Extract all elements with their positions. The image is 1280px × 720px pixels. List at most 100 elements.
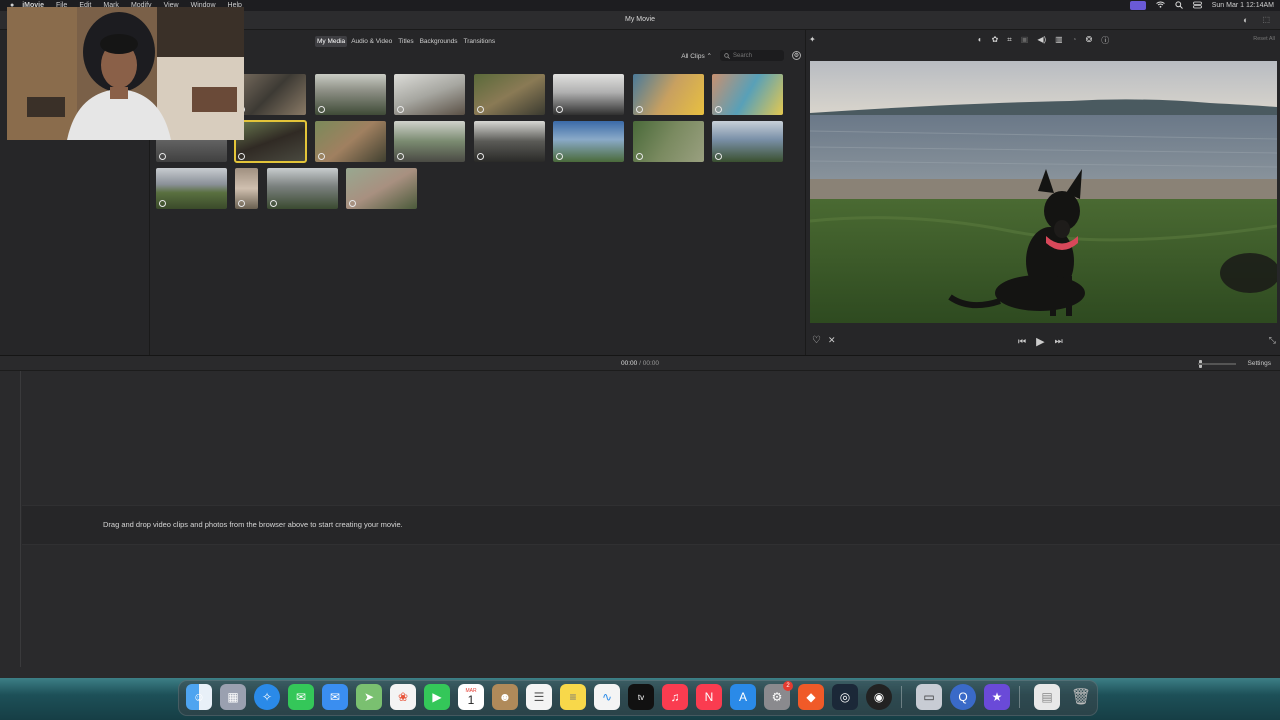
spotlight-icon[interactable] xyxy=(1175,0,1183,11)
timecode-separator: / xyxy=(639,360,641,367)
media-clip[interactable] xyxy=(156,168,227,209)
clip-badge-icon xyxy=(270,200,277,207)
media-clip[interactable] xyxy=(474,121,545,162)
brave-browser-icon[interactable]: ◆ xyxy=(798,684,824,710)
search-placeholder: Search xyxy=(733,52,753,59)
magic-wand-icon[interactable]: ✦ xyxy=(809,35,816,44)
clip-badge-icon xyxy=(318,153,325,160)
media-clip[interactable] xyxy=(553,121,624,162)
clip-badge-icon xyxy=(397,153,404,160)
media-clip[interactable] xyxy=(633,74,704,115)
clip-badge-icon xyxy=(477,106,484,113)
clip-badge-icon xyxy=(349,200,356,207)
media-clip[interactable] xyxy=(474,74,545,115)
media-clip[interactable] xyxy=(394,74,465,115)
viewer-controls: ♡ ✕ ⏮ ▶ ⏭ ⤡ xyxy=(806,335,1280,349)
tab-backgrounds[interactable]: Backgrounds xyxy=(418,36,460,47)
screen-sharing-icon[interactable]: ▭ xyxy=(916,684,942,710)
timeline-header: 00:00 / 00:00 Settings xyxy=(0,355,1280,371)
dock-separator xyxy=(1019,686,1020,708)
contacts-icon[interactable]: ☻ xyxy=(492,684,518,710)
system-settings-icon[interactable]: ⚙ 2 xyxy=(764,681,793,710)
skip-back-icon[interactable]: ⏮ xyxy=(1018,336,1026,347)
speed-icon[interactable]: ◔ xyxy=(1072,35,1077,47)
safari-icon[interactable]: ✧ xyxy=(254,684,280,710)
appearance-toggle-icon[interactable]: ◐ xyxy=(1243,15,1248,25)
facetime-icon[interactable]: ▶ xyxy=(424,684,450,710)
video-preview xyxy=(810,61,1277,323)
media-clip[interactable] xyxy=(315,74,386,115)
messages-icon[interactable]: ✉ xyxy=(288,684,314,710)
media-clip[interactable] xyxy=(712,74,783,115)
share-icon[interactable]: ⬚ xyxy=(1262,15,1270,25)
finder-icon[interactable]: ☺ xyxy=(186,684,212,710)
tab-titles[interactable]: Titles xyxy=(396,36,415,47)
freeform-icon[interactable]: ∿ xyxy=(594,684,620,710)
trash-icon[interactable]: 🗑 xyxy=(1068,684,1094,710)
reminders-icon[interactable]: ☰ xyxy=(526,684,552,710)
media-clip[interactable] xyxy=(267,168,338,209)
media-clip-selected[interactable] xyxy=(234,120,307,163)
media-clip[interactable] xyxy=(346,168,417,209)
timeline[interactable]: Drag and drop video clips and photos fro… xyxy=(0,371,1280,678)
timeline-empty-message: Drag and drop video clips and photos fro… xyxy=(103,520,403,529)
zoom-slider[interactable] xyxy=(1198,363,1236,365)
quicktime-icon[interactable]: Q xyxy=(950,684,976,710)
favorite-heart-icon[interactable]: ♡ xyxy=(812,335,821,346)
color-correction-icon[interactable]: ✿ xyxy=(992,35,999,47)
clip-badge-icon xyxy=(159,200,166,207)
timeline-playhead[interactable] xyxy=(20,371,21,667)
tab-my-media[interactable]: My Media xyxy=(315,36,348,47)
search-field[interactable]: Search xyxy=(720,50,784,61)
tab-audio-video[interactable]: Audio & Video xyxy=(349,36,394,47)
menubar-clock[interactable]: Sun Mar 1 12:14AM xyxy=(1212,2,1274,9)
equalizer-icon[interactable]: ▥ xyxy=(1055,35,1063,47)
crop-icon[interactable]: ⌗ xyxy=(1007,35,1012,47)
steam-icon[interactable]: ◎ xyxy=(832,684,858,710)
media-clip[interactable] xyxy=(633,121,704,162)
clip-badge-icon xyxy=(159,153,166,160)
reject-icon[interactable]: ✕ xyxy=(828,335,836,346)
clip-filter-select[interactable]: All Clips ⌃ xyxy=(681,52,712,60)
clip-badge-icon xyxy=(556,106,563,113)
launchpad-icon[interactable]: ▦ xyxy=(220,684,246,710)
media-clip[interactable] xyxy=(553,74,624,115)
current-time: 00:00 xyxy=(621,360,638,367)
photos-icon[interactable]: ❀ xyxy=(390,684,416,710)
clip-badge-icon xyxy=(238,200,245,207)
mail-icon[interactable]: ✉ xyxy=(322,684,348,710)
browser-settings-icon[interactable]: ⚙ xyxy=(792,51,801,60)
control-center-icon[interactable] xyxy=(1192,1,1202,11)
obs-icon[interactable]: ◉ xyxy=(866,684,892,710)
stabilization-icon[interactable]: ▣ xyxy=(1021,35,1029,47)
timeline-settings-button[interactable]: Settings xyxy=(1248,360,1272,367)
skip-forward-icon[interactable]: ⏭ xyxy=(1055,336,1063,347)
wifi-icon[interactable] xyxy=(1155,1,1165,10)
media-clip[interactable] xyxy=(235,74,306,115)
chevron-updown-icon: ⌃ xyxy=(706,52,712,60)
clip-filter-value: All Clips xyxy=(681,52,705,60)
clip-badge-icon xyxy=(556,153,563,160)
maps-icon[interactable]: ➤ xyxy=(356,684,382,710)
volume-icon[interactable]: ◀) xyxy=(1037,35,1046,47)
media-clip[interactable] xyxy=(235,168,258,209)
media-clip[interactable] xyxy=(712,121,783,162)
color-balance-icon[interactable]: ◐ xyxy=(978,35,983,47)
app-store-icon[interactable]: A xyxy=(730,684,756,710)
imovie-icon[interactable]: ★ xyxy=(984,684,1010,710)
calendar-icon[interactable]: MAR 1 xyxy=(458,684,484,710)
music-icon[interactable]: ♫ xyxy=(662,684,688,710)
notes-icon[interactable]: ≡ xyxy=(560,684,586,710)
tab-transitions[interactable]: Transitions xyxy=(462,36,498,47)
reset-all-button[interactable]: Reset All xyxy=(1253,36,1275,42)
info-icon[interactable]: ⓘ xyxy=(1101,35,1109,47)
noise-reduction-icon[interactable]: ❂ xyxy=(1086,35,1093,47)
apple-tv-icon[interactable]: tv xyxy=(628,684,654,710)
document-icon[interactable]: ▤ xyxy=(1034,684,1060,710)
media-clip[interactable] xyxy=(394,121,465,162)
media-clip[interactable] xyxy=(315,121,386,162)
play-icon[interactable]: ▶ xyxy=(1036,335,1044,348)
news-icon[interactable]: N xyxy=(696,684,722,710)
stage-manager-icon[interactable] xyxy=(1129,1,1146,10)
fullscreen-icon[interactable]: ⤡ xyxy=(1269,335,1276,346)
